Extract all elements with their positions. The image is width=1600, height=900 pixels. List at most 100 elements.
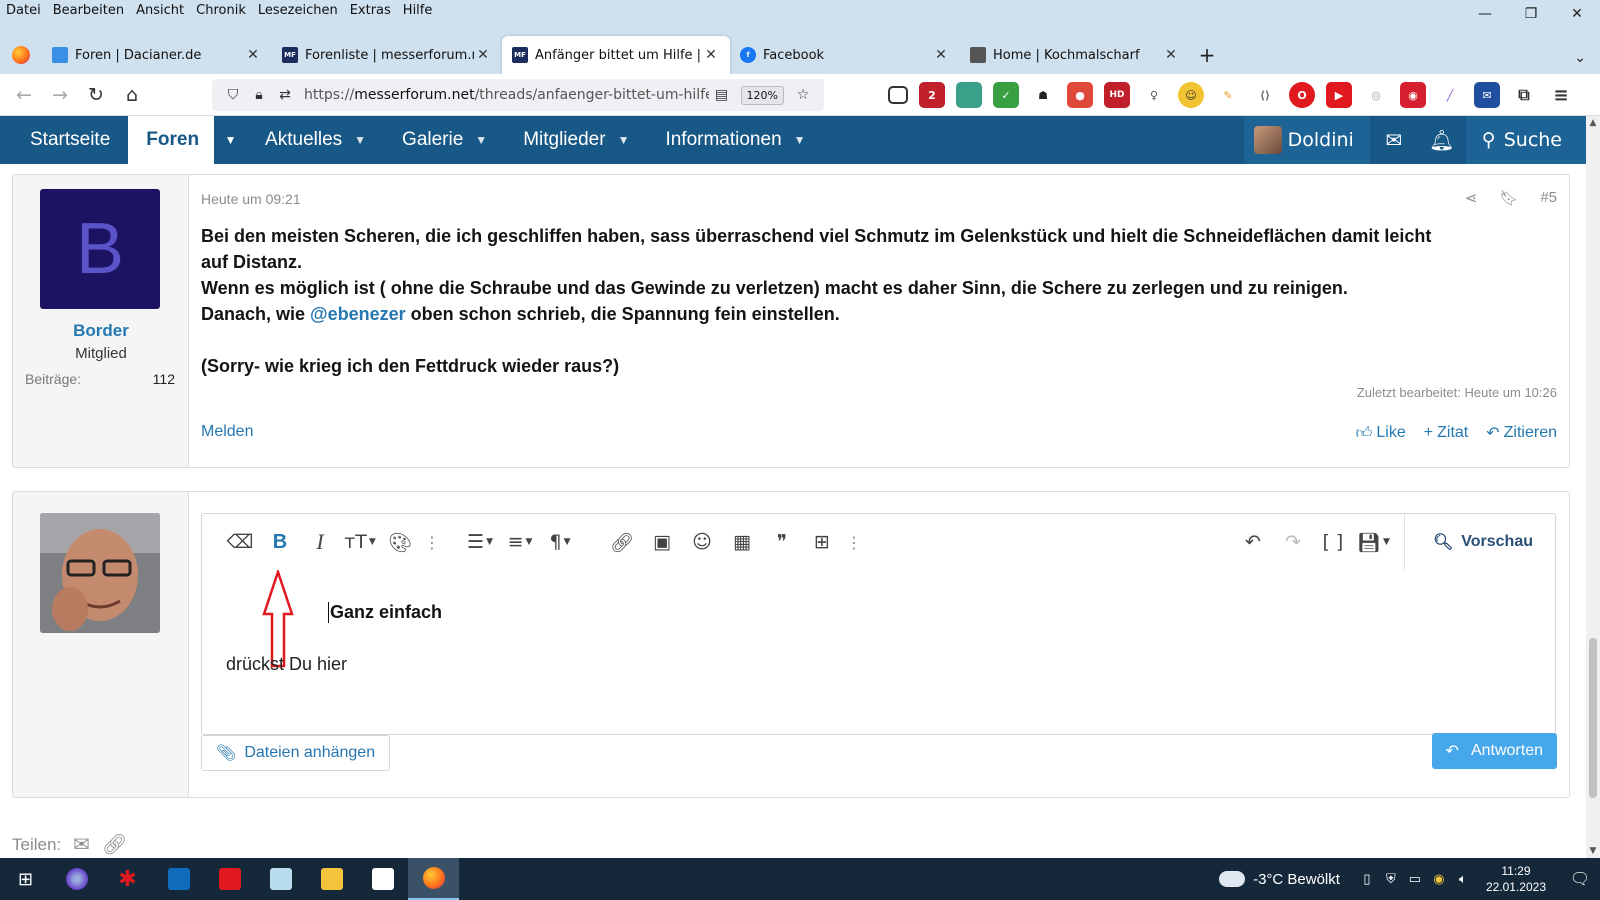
avatar[interactable]: B	[40, 189, 160, 309]
start-windows-icon[interactable]: ⊞	[0, 858, 51, 900]
quote-icon[interactable]: ❞	[766, 526, 798, 558]
tab-facebook[interactable]: f Facebook ✕	[730, 36, 960, 74]
report-link[interactable]: Melden	[201, 423, 253, 441]
link-icon[interactable]: 🔗︎	[606, 526, 638, 558]
ublock-icon[interactable]: 2	[919, 82, 945, 108]
share-icon[interactable]: ⋖	[1465, 189, 1478, 207]
gamepad-icon[interactable]: ◉	[1400, 82, 1426, 108]
menu-datei[interactable]: Datei	[0, 3, 47, 18]
palette-icon[interactable]: 🎨︎	[384, 526, 416, 558]
menu-bearbeiten[interactable]: Bearbeiten	[47, 3, 130, 18]
tab-kochmalscharf[interactable]: Home | Kochmalscharf ✕	[960, 36, 1190, 74]
youtube-icon[interactable]: ▶	[1326, 82, 1352, 108]
circle-icon[interactable]: ◎	[1363, 82, 1389, 108]
list-button[interactable]: ☰ ▼	[464, 526, 496, 558]
camera-icon[interactable]: ●	[1067, 82, 1093, 108]
new-tab-icon[interactable]: +	[1190, 36, 1224, 74]
tab-dacianer[interactable]: Foren | Dacianer.de ✕	[42, 36, 272, 74]
redo-icon[interactable]: ↷	[1277, 526, 1309, 558]
more-text-options-icon[interactable]: ⋮	[424, 526, 440, 558]
preview-button[interactable]: 🔍︎ Vorschau	[1403, 514, 1555, 570]
user-mention-link[interactable]: @ebenezer	[310, 304, 406, 324]
list-tabs-chevron-icon[interactable]: ⌄	[1574, 50, 1586, 66]
page-scrollbar[interactable]: ▲ ▼	[1586, 116, 1600, 858]
bookmark-star-icon[interactable]: ☆	[790, 87, 816, 103]
avatar[interactable]	[40, 513, 160, 633]
close-tab-icon[interactable]: ✕	[474, 47, 492, 63]
scroll-up-icon[interactable]: ▲	[1586, 118, 1600, 128]
zoom-level[interactable]: 120%	[740, 85, 784, 105]
like-button[interactable]: 👍︎ Like	[1356, 423, 1406, 443]
close-tab-icon[interactable]: ✕	[1162, 47, 1180, 63]
paragraph-button[interactable]: ¶ ▼	[544, 526, 576, 558]
extensions-puzzle-icon[interactable]: ⧉	[1511, 82, 1537, 108]
nav-aktuelles[interactable]: Aktuelles ▼	[247, 116, 384, 164]
save-icon[interactable]	[956, 82, 982, 108]
drafts-button[interactable]: 💾︎ ▼	[1357, 526, 1390, 558]
nav-informationen[interactable]: Informationen ▼	[647, 116, 823, 164]
permissions-icon[interactable]: ⇄	[272, 87, 298, 103]
menu-ansicht[interactable]: Ansicht	[130, 3, 190, 18]
undo-icon[interactable]: ↶	[1237, 526, 1269, 558]
smiley-icon[interactable]: ☺	[1178, 82, 1204, 108]
post-time[interactable]: Heute um 09:21	[201, 191, 301, 207]
menu-extras[interactable]: Extras	[344, 3, 397, 18]
emoji-icon[interactable]: ☺	[686, 526, 718, 558]
multi-quote-button[interactable]: + Zitat	[1424, 423, 1468, 443]
link-share-icon[interactable]: 🔗︎	[102, 832, 127, 857]
firefox-taskbar-icon[interactable]	[408, 858, 459, 900]
table-icon[interactable]: ⊞	[806, 526, 838, 558]
hd-icon[interactable]: HD	[1104, 82, 1130, 108]
network-icon[interactable]: ▭	[1404, 871, 1426, 887]
align-button[interactable]: ≡ ▼	[504, 526, 536, 558]
solitaire-icon[interactable]	[357, 858, 408, 900]
cortana-icon[interactable]	[51, 858, 102, 900]
scroll-down-icon[interactable]: ▼	[1586, 846, 1600, 856]
chevron-down-icon[interactable]: ▼	[475, 133, 487, 147]
home-icon[interactable]: ⌂	[114, 79, 150, 111]
bookmark-icon[interactable]: 🔖︎	[1499, 189, 1518, 207]
tray-app-icon[interactable]: ◉	[1428, 871, 1450, 887]
notes-app-icon[interactable]	[255, 858, 306, 900]
bb-code-toggle-icon[interactable]: [ ]	[1317, 526, 1349, 558]
nav-startseite[interactable]: Startseite	[0, 116, 128, 164]
code-icon[interactable]: ⟨⟩	[1252, 82, 1278, 108]
media-gallery-icon[interactable]: ▦	[726, 526, 758, 558]
close-tab-icon[interactable]: ✕	[932, 47, 950, 63]
hamburger-menu-icon[interactable]: ≡	[1548, 82, 1574, 108]
inbox-icon[interactable]: ✉	[1370, 116, 1418, 164]
font-size-button[interactable]: тT ▼	[344, 526, 376, 558]
tab-anfaenger-active[interactable]: MF Anfänger bittet um Hilfe | mess ✕	[502, 36, 730, 74]
bulb-icon[interactable]: ♀	[1141, 82, 1167, 108]
battery-icon[interactable]: ▯	[1356, 871, 1378, 887]
notifications-icon[interactable]: 🗨︎	[1560, 869, 1600, 889]
chevron-down-icon[interactable]: ▼	[618, 133, 630, 147]
user-menu[interactable]: Doldini	[1243, 116, 1370, 164]
menu-lesezeichen[interactable]: Lesezeichen	[252, 3, 344, 18]
opera-icon[interactable]: O	[1289, 82, 1315, 108]
nav-foren[interactable]: Foren ▼	[128, 116, 248, 164]
nav-mitglieder[interactable]: Mitglieder ▼	[505, 116, 647, 164]
app-red-icon[interactable]: ✱	[102, 858, 153, 900]
reload-icon[interactable]: ↻	[78, 79, 114, 111]
editor-content[interactable]: Ganz einfach drückst Du hier	[202, 570, 1555, 734]
search-button[interactable]: ⚲ Suche	[1465, 116, 1586, 164]
tab-forenliste[interactable]: MF Forenliste | messerforum.net ✕	[272, 36, 502, 74]
pocket-icon[interactable]	[888, 86, 908, 104]
firefox-logo-icon[interactable]	[0, 36, 42, 74]
chevron-down-icon[interactable]: ▼	[354, 133, 366, 147]
lock-icon[interactable]: 🔒︎	[246, 87, 272, 103]
shield-check-icon[interactable]: ✓	[993, 82, 1019, 108]
post-number[interactable]: #5	[1540, 189, 1557, 207]
clear-formatting-icon[interactable]: ⌫	[224, 526, 256, 558]
bell-icon[interactable]: 🔔︎	[1418, 116, 1466, 164]
outlook-icon[interactable]	[153, 858, 204, 900]
forward-icon[interactable]: →	[42, 79, 78, 111]
menu-chronik[interactable]: Chronik	[190, 3, 252, 18]
security-shield-icon[interactable]: ⛨	[1380, 871, 1402, 887]
mail-ext-icon[interactable]: ✉	[1474, 82, 1500, 108]
email-share-icon[interactable]: ✉	[73, 832, 90, 857]
clock[interactable]: 11:29 22.01.2023	[1486, 863, 1546, 895]
bold-button[interactable]: B	[264, 526, 296, 558]
reader-view-icon[interactable]: ▤	[709, 87, 735, 103]
